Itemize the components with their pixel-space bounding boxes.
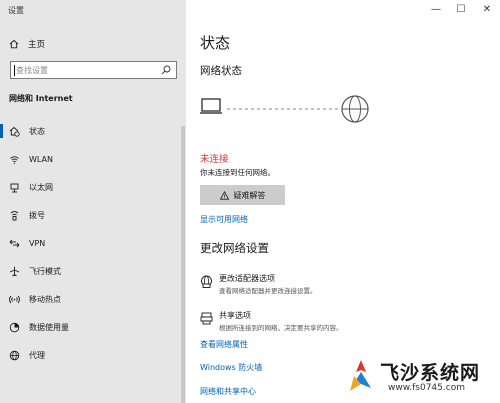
network-sharing-center-link[interactable]: 网络和共享中心 <box>200 386 256 397</box>
sidebar-item-label: 状态 <box>29 126 45 136</box>
sidebar-item-label: 数据使用量 <box>29 322 69 332</box>
option-description: 根据所连接到的网络，决定要共享的内容。 <box>219 324 343 332</box>
sidebar-item-data-usage[interactable]: 数据使用量 <box>0 313 186 341</box>
option-title: 共享选项 <box>219 311 251 320</box>
sidebar-scrollbar[interactable] <box>181 126 185 403</box>
airplane-icon <box>9 266 20 277</box>
watermark-logo-icon <box>350 360 371 391</box>
ethernet-icon <box>9 182 20 193</box>
view-network-properties-link[interactable]: 查看网络属性 <box>200 339 248 350</box>
home-nav-item[interactable]: 主页 <box>9 38 45 50</box>
sidebar-item-dialup[interactable]: 拨号 <box>0 201 186 229</box>
wifi-icon <box>9 154 20 165</box>
sidebar-item-proxy[interactable]: 代理 <box>0 341 186 369</box>
globe-icon <box>9 350 20 361</box>
sidebar-item-label: 以太网 <box>29 182 53 192</box>
connection-status-description: 你未连接到任何网络。 <box>200 168 275 177</box>
connection-status-text: 未连接 <box>200 154 229 165</box>
network-status-title: 网络状态 <box>200 65 242 77</box>
sidebar-item-label: 飞行模式 <box>29 266 61 276</box>
internet-globe-icon <box>341 95 369 123</box>
minimize-button[interactable]: — <box>429 4 443 15</box>
sidebar: 设置 主页 查找设置 网络和 Internet 状态 WLAN 以太网 拨号 V… <box>0 0 186 403</box>
maximize-button[interactable]: ☐ <box>454 4 468 15</box>
show-available-networks-link[interactable]: 显示可用网络 <box>200 214 248 225</box>
close-button[interactable]: ✕ <box>480 4 494 15</box>
warning-icon <box>219 190 229 200</box>
search-placeholder: 查找设置 <box>16 66 48 75</box>
hotspot-icon <box>9 294 20 305</box>
change-network-settings-title: 更改网络设置 <box>200 241 269 255</box>
site-watermark: 飞沙系统网 www.fs0745.com <box>344 356 500 403</box>
window-title: 设置 <box>8 6 24 15</box>
data-usage-icon <box>9 322 20 333</box>
search-input[interactable]: 查找设置 <box>10 61 177 79</box>
main-panel: — ☐ ✕ 状态 网络状态 未连接 你未连接到任何网络。 疑难解答 显示可用网络… <box>186 0 500 403</box>
sidebar-item-label: WLAN <box>29 154 54 164</box>
dialup-icon <box>9 210 20 221</box>
search-icon[interactable] <box>161 65 171 75</box>
sidebar-section-title: 网络和 Internet <box>9 94 73 103</box>
sidebar-item-airplane-mode[interactable]: 飞行模式 <box>0 257 186 285</box>
home-icon <box>9 39 19 49</box>
sidebar-item-status[interactable]: 状态 <box>0 117 186 145</box>
sidebar-item-wlan[interactable]: WLAN <box>0 145 186 173</box>
option-title: 更改适配器选项 <box>219 274 275 283</box>
text-cursor <box>14 65 15 76</box>
sharing-icon <box>200 312 213 325</box>
sidebar-item-hotspot[interactable]: 移动热点 <box>0 285 186 313</box>
home-label: 主页 <box>28 40 46 50</box>
sidebar-item-vpn[interactable]: VPN <box>0 229 186 257</box>
sidebar-item-label: VPN <box>29 238 46 248</box>
sidebar-nav: 状态 WLAN 以太网 拨号 VPN 飞行模式 移动热点 数据使用量 代理 <box>0 117 186 369</box>
sidebar-item-ethernet[interactable]: 以太网 <box>0 173 186 201</box>
vpn-icon <box>9 238 20 249</box>
laptop-icon <box>200 98 222 114</box>
sidebar-item-label: 拨号 <box>29 210 45 220</box>
watermark-url: www.fs0745.com <box>388 383 465 393</box>
troubleshoot-button[interactable]: 疑难解答 <box>200 185 285 205</box>
windows-firewall-link[interactable]: Windows 防火墙 <box>200 362 262 373</box>
sidebar-item-label: 代理 <box>29 350 45 360</box>
network-status-diagram <box>200 95 369 123</box>
home-globe-icon <box>9 126 20 137</box>
option-description: 查看网络适配器并更改连接设置。 <box>219 287 317 295</box>
troubleshoot-label: 疑难解答 <box>233 190 266 200</box>
watermark-text: 飞沙系统网 <box>380 362 481 384</box>
page-title: 状态 <box>200 34 231 52</box>
sidebar-item-label: 移动热点 <box>29 294 61 304</box>
adapter-icon <box>201 275 212 288</box>
